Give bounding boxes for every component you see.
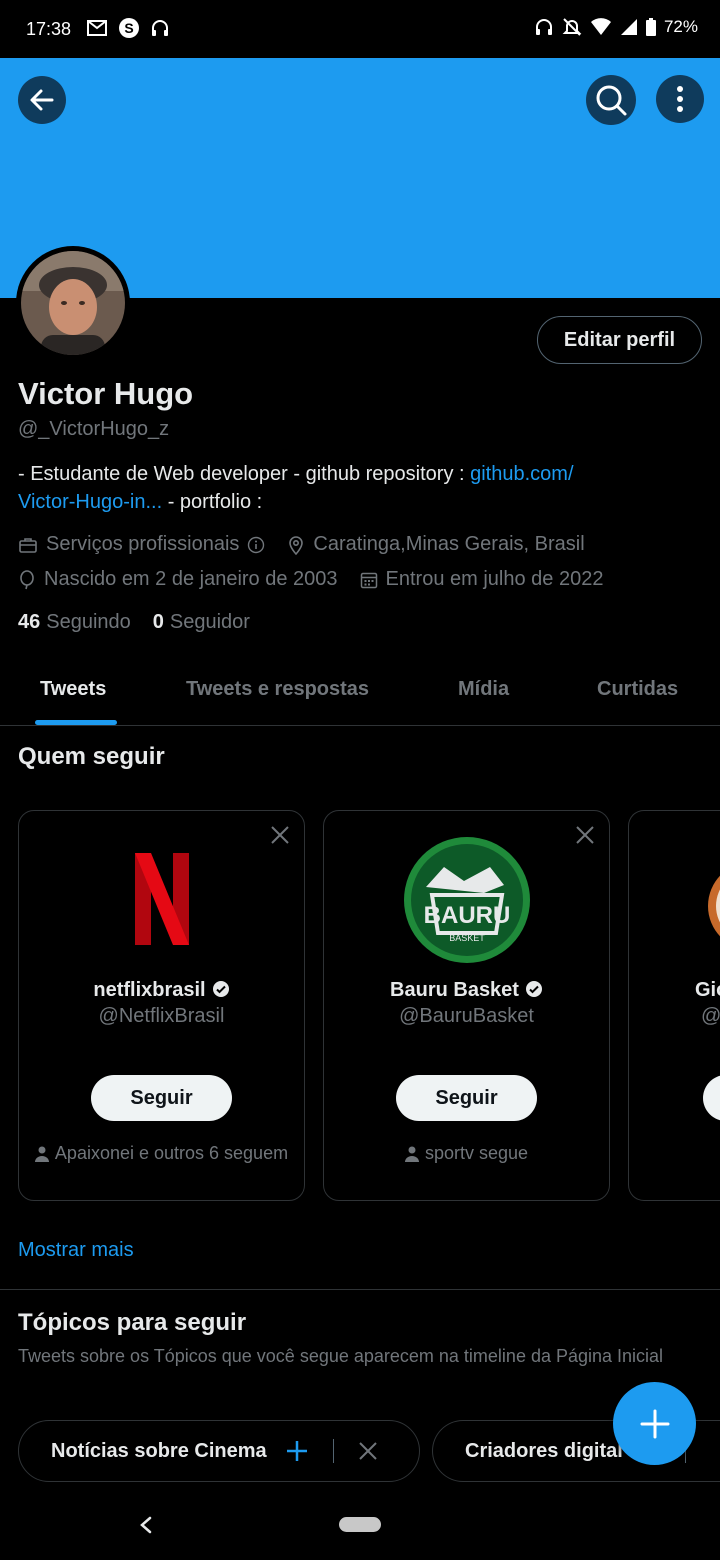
svg-text:BAURU: BAURU (424, 902, 511, 929)
signal-icon (620, 19, 637, 35)
tab-tweets[interactable]: Tweets (40, 678, 106, 701)
more-vertical-icon (677, 86, 683, 112)
profile-joined: Entrou em julho de 2022 (385, 568, 604, 590)
compose-tweet-button[interactable] (613, 1382, 696, 1465)
svg-text:BASKET: BASKET (449, 933, 485, 943)
bio-text-portfolio: - portfolio : (162, 491, 263, 513)
professional-category: Serviços profissionais (46, 533, 240, 555)
bio-link-github-path[interactable]: Victor-Hugo-in... (18, 491, 162, 513)
bio-text: - Estudante de Web developer - github re… (18, 463, 471, 485)
follow-button[interactable]: Seguir (396, 1075, 537, 1121)
close-icon[interactable] (575, 825, 595, 845)
svg-text:S: S (124, 20, 133, 36)
topic-label: Criadores digital (465, 1439, 623, 1462)
wifi-icon (590, 18, 611, 35)
active-tab-indicator (35, 720, 117, 725)
profile-birthday: Nascido em 2 de janeiro de 2003 (44, 568, 338, 590)
nav-back-icon[interactable] (138, 1516, 154, 1534)
profile-meta-row-2: Nascido em 2 de janeiro de 2003 Entrou e… (18, 568, 603, 591)
follow-counts: 46 Seguindo 0 Seguidor (18, 611, 250, 634)
avatar-photo (21, 251, 125, 355)
profile-location: Caratinga,Minas Gerais, Brasil (313, 533, 585, 555)
topics-subtitle: Tweets sobre os Tópicos que você segue a… (18, 1346, 664, 1366)
netflix-logo-icon (135, 853, 189, 945)
profile-meta-row-1: Serviços profissionais Caratinga,Minas G… (18, 533, 585, 556)
verified-badge-icon (525, 981, 542, 997)
muted-bell-icon (562, 18, 582, 36)
status-system-icons: 72% (534, 17, 698, 37)
card-handle: @ (701, 1005, 720, 1027)
who-to-follow-title: Quem seguir (18, 743, 165, 770)
card-name: Bauru Basket (324, 979, 609, 1002)
bauru-basket-logo-icon: BAURU BASKET (404, 837, 530, 963)
status-time: 17:38 (26, 19, 72, 39)
balloon-icon (20, 569, 34, 589)
tab-tweets-replies[interactable]: Tweets e respostas (186, 678, 369, 701)
card-handle: @NetflixBrasil (98, 1005, 225, 1027)
following-link[interactable]: 46 Seguindo (18, 611, 131, 634)
followers-count: 0 (152, 611, 164, 633)
bio-link-github[interactable]: github.com/ (470, 463, 573, 485)
topic-chip-cinema[interactable]: Notícias sobre Cinema (18, 1420, 420, 1482)
following-label: Seguindo (46, 611, 131, 633)
show-more-link[interactable]: Mostrar mais (18, 1239, 134, 1262)
location-pin-icon (289, 535, 304, 555)
card-name: Gio (695, 979, 720, 1001)
status-bar: 17:38 S 72% (0, 0, 720, 58)
person-icon (34, 1146, 49, 1162)
card-handle: @BauruBasket (399, 1005, 534, 1027)
plus-icon[interactable] (285, 1439, 309, 1463)
gmail-icon (87, 20, 107, 36)
arrow-left-icon (30, 89, 54, 111)
topic-label: Notícias sobre Cinema (51, 1439, 267, 1462)
calendar-icon (360, 572, 377, 588)
search-button[interactable] (586, 75, 636, 125)
tab-likes[interactable]: Curtidas (597, 678, 678, 701)
profile-avatar[interactable] (16, 246, 130, 360)
follow-button[interactable] (703, 1075, 720, 1121)
plus-icon (640, 1409, 669, 1438)
more-options-button[interactable] (656, 75, 704, 123)
follow-button[interactable]: Seguir (91, 1075, 232, 1121)
followers-label: Seguidor (169, 611, 250, 633)
follow-card-netflix[interactable]: netflixbrasil @NetflixBrasil Seguir Apai… (18, 810, 305, 1201)
app-s-icon: S (119, 18, 139, 38)
follow-card-partial[interactable]: Gio @ (628, 810, 720, 1201)
profile-bio: - Estudante de Web developer - github re… (18, 460, 698, 516)
system-nav-bar (0, 1490, 720, 1560)
search-icon (596, 85, 627, 116)
card-name: netflixbrasil (19, 979, 304, 1002)
back-button[interactable] (18, 76, 66, 124)
headphones-icon (152, 20, 168, 36)
battery-icon (645, 18, 656, 36)
close-icon[interactable] (270, 825, 290, 845)
verified-badge-icon (212, 981, 229, 997)
nav-home-pill[interactable] (339, 1517, 381, 1532)
battery-percent: 72% (663, 17, 698, 36)
tab-media[interactable]: Mídia (458, 678, 509, 701)
chip-separator (332, 1439, 334, 1463)
profile-handle: @_VictorHugo_z (18, 418, 170, 440)
edit-profile-button[interactable]: Editar perfil (537, 316, 702, 364)
close-icon[interactable] (358, 1441, 378, 1461)
section-divider (0, 1289, 720, 1290)
info-icon[interactable] (247, 536, 265, 554)
person-icon (404, 1146, 419, 1162)
follow-card-bauru[interactable]: BAURU BASKET Bauru Basket @BauruBasket S… (323, 810, 610, 1201)
topics-title: Tópicos para seguir (18, 1309, 247, 1336)
briefcase-icon (19, 537, 37, 553)
headset-icon (535, 19, 552, 35)
profile-name: Victor Hugo (18, 376, 194, 411)
status-notification-icons: S (86, 17, 170, 39)
card-social-context: Apaixonei e outros 6 seguem (19, 1143, 304, 1164)
card-social-context: sportv segue (324, 1143, 609, 1164)
partial-avatar-icon (708, 875, 720, 937)
profile-tabs: Tweets Tweets e respostas Mídia Curtidas (0, 656, 720, 726)
followers-link[interactable]: 0 Seguidor (153, 611, 250, 634)
following-count: 46 (18, 611, 41, 633)
